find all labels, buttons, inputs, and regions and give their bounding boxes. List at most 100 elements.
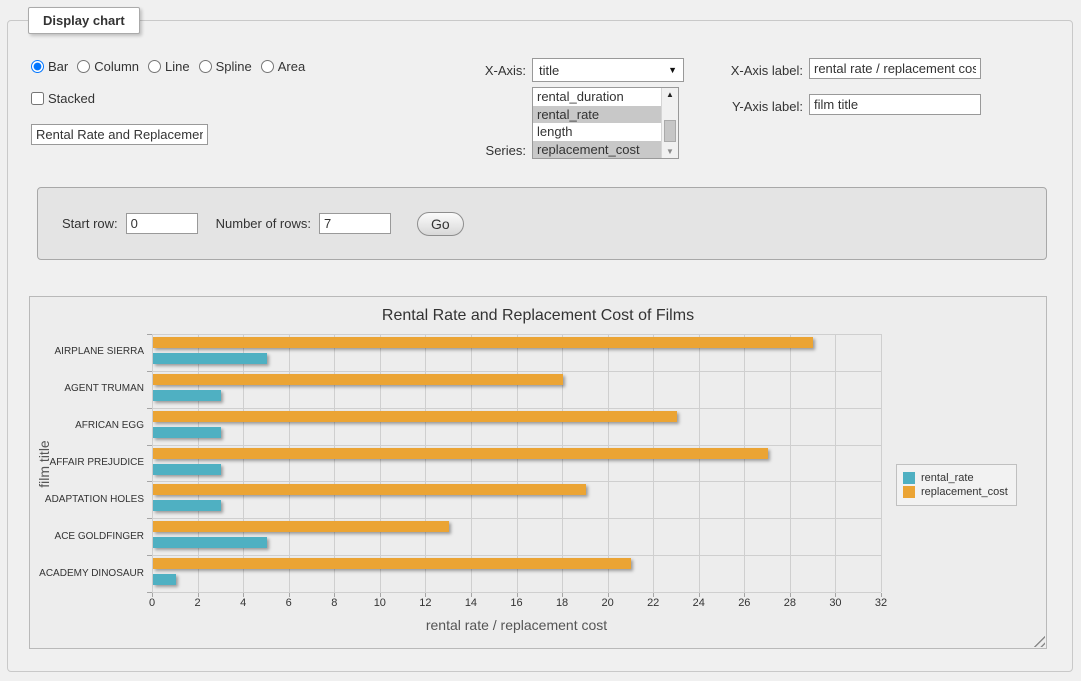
x-tick-label: 20: [602, 597, 614, 609]
scroll-down-icon[interactable]: ▼: [662, 147, 678, 156]
gridline: [380, 334, 381, 592]
x-tick-label: 30: [829, 597, 841, 609]
series-options: rental_durationrental_ratelengthreplacem…: [533, 88, 661, 158]
resize-handle-icon[interactable]: [1033, 635, 1045, 647]
bar-rental_rate[interactable]: [153, 537, 267, 548]
gridline: [334, 334, 335, 592]
chart-type-option-area: Area: [261, 59, 305, 74]
x-tick-label: 32: [875, 597, 887, 609]
chart-x-axis-title: rental rate / replacement cost: [152, 617, 881, 633]
x-axis-select[interactable]: title ▼: [532, 58, 684, 82]
chart-type-radio-area[interactable]: [261, 60, 274, 73]
chart-type-radio-spline[interactable]: [199, 60, 212, 73]
series-option-length[interactable]: length: [533, 123, 661, 141]
start-row-label: Start row:: [62, 216, 118, 231]
chart-type-option-bar: Bar: [31, 59, 68, 74]
bar-replacement_cost[interactable]: [153, 337, 813, 348]
stacked-label: Stacked: [48, 91, 95, 106]
gridline: [744, 334, 745, 592]
legend-swatch: [903, 472, 915, 484]
y-tick-mark: [147, 445, 152, 446]
chart-type-radio-column[interactable]: [77, 60, 90, 73]
series-option-rental_duration[interactable]: rental_duration: [533, 88, 661, 106]
bar-replacement_cost[interactable]: [153, 484, 586, 495]
x-axis-title-input[interactable]: [809, 58, 981, 79]
x-tick-label: 24: [693, 597, 705, 609]
chart-type-radio-group: Bar Column Line Spline Area: [31, 59, 314, 74]
x-tick-label: 6: [286, 597, 292, 609]
chart-type-radio-label: Spline: [216, 59, 252, 74]
row-controls-panel: Start row: Number of rows: Go: [37, 187, 1047, 260]
chart-type-option-spline: Spline: [199, 59, 252, 74]
bar-replacement_cost[interactable]: [153, 558, 631, 569]
gridline: [517, 334, 518, 592]
chart-type-option-line: Line: [148, 59, 190, 74]
bar-replacement_cost[interactable]: [153, 521, 449, 532]
chart-title: Rental Rate and Replacement Cost of Film…: [30, 307, 1046, 325]
bar-rental_rate[interactable]: [153, 500, 221, 511]
y-category-label: ACADEMY DINOSAUR: [39, 568, 144, 579]
start-row-input[interactable]: [126, 213, 198, 234]
bar-replacement_cost[interactable]: [153, 448, 768, 459]
scrollbar-thumb[interactable]: [664, 120, 676, 142]
x-axis-title-label-text: X-Axis label:: [706, 63, 803, 78]
num-rows-input[interactable]: [319, 213, 391, 234]
gridline: [289, 334, 290, 592]
x-tick-label: 26: [738, 597, 750, 609]
bar-rental_rate[interactable]: [153, 427, 221, 438]
chart-legend: rental_rate replacement_cost: [896, 464, 1017, 506]
chart-type-radio-label: Bar: [48, 59, 68, 74]
chart-type-radio-bar[interactable]: [31, 60, 44, 73]
chart-title-input[interactable]: [31, 124, 208, 145]
gridline: [562, 334, 563, 592]
stacked-checkbox[interactable]: [31, 92, 44, 105]
gridline: [881, 334, 882, 592]
y-category-label: AGENT TRUMAN: [64, 383, 144, 394]
series-option-rental_rate[interactable]: rental_rate: [533, 106, 661, 124]
legend-item-replacement_cost[interactable]: replacement_cost: [903, 486, 1008, 498]
y-axis-title-input[interactable]: [809, 94, 981, 115]
x-tick-label: 2: [195, 597, 201, 609]
x-tick-label: 12: [419, 597, 431, 609]
x-tick-labels: 02468101214161820222426283032: [152, 597, 881, 611]
stacked-label-wrap: Stacked: [31, 91, 95, 106]
bar-replacement_cost[interactable]: [153, 374, 563, 385]
x-tick-label: 0: [149, 597, 155, 609]
y-axis-title-label-text: Y-Axis label:: [706, 99, 803, 114]
gridline: [790, 334, 791, 592]
x-tick-label: 14: [465, 597, 477, 609]
series-option-replacement_cost[interactable]: replacement_cost: [533, 141, 661, 159]
y-tick-mark: [147, 371, 152, 372]
gridline: [425, 334, 426, 592]
gridline: [471, 334, 472, 592]
bar-replacement_cost[interactable]: [153, 411, 677, 422]
legend-item-rental_rate[interactable]: rental_rate: [903, 472, 1008, 484]
chart-type-radio-label: Area: [278, 59, 305, 74]
x-tick-label: 28: [784, 597, 796, 609]
chart-type-radio-line[interactable]: [148, 60, 161, 73]
x-axis-select-value: title: [539, 63, 668, 78]
chart-type-radio-label: Line: [165, 59, 190, 74]
chart-type-option-column: Column: [77, 59, 139, 74]
y-tick-mark: [147, 481, 152, 482]
chart-type-radio-label: Column: [94, 59, 139, 74]
bar-rental_rate[interactable]: [153, 353, 267, 364]
y-tick-mark: [147, 334, 152, 335]
legend-label: replacement_cost: [921, 486, 1008, 498]
scroll-up-icon[interactable]: ▲: [662, 90, 678, 99]
chevron-down-icon: ▼: [668, 65, 677, 75]
series-multiselect[interactable]: rental_durationrental_ratelengthreplacem…: [532, 87, 679, 159]
gridline: [653, 334, 654, 592]
scrollbar[interactable]: ▲ ▼: [661, 88, 678, 158]
gridline: [243, 334, 244, 592]
x-tick-label: 22: [647, 597, 659, 609]
y-category-label: ADAPTATION HOLES: [45, 494, 144, 505]
bar-rental_rate[interactable]: [153, 574, 176, 585]
go-button[interactable]: Go: [417, 212, 464, 236]
y-category-label: ACE GOLDFINGER: [55, 531, 144, 542]
x-tick-label: 10: [374, 597, 386, 609]
bar-rental_rate[interactable]: [153, 464, 221, 475]
bar-rental_rate[interactable]: [153, 390, 221, 401]
num-rows-label: Number of rows:: [216, 216, 311, 231]
y-tick-mark: [147, 518, 152, 519]
